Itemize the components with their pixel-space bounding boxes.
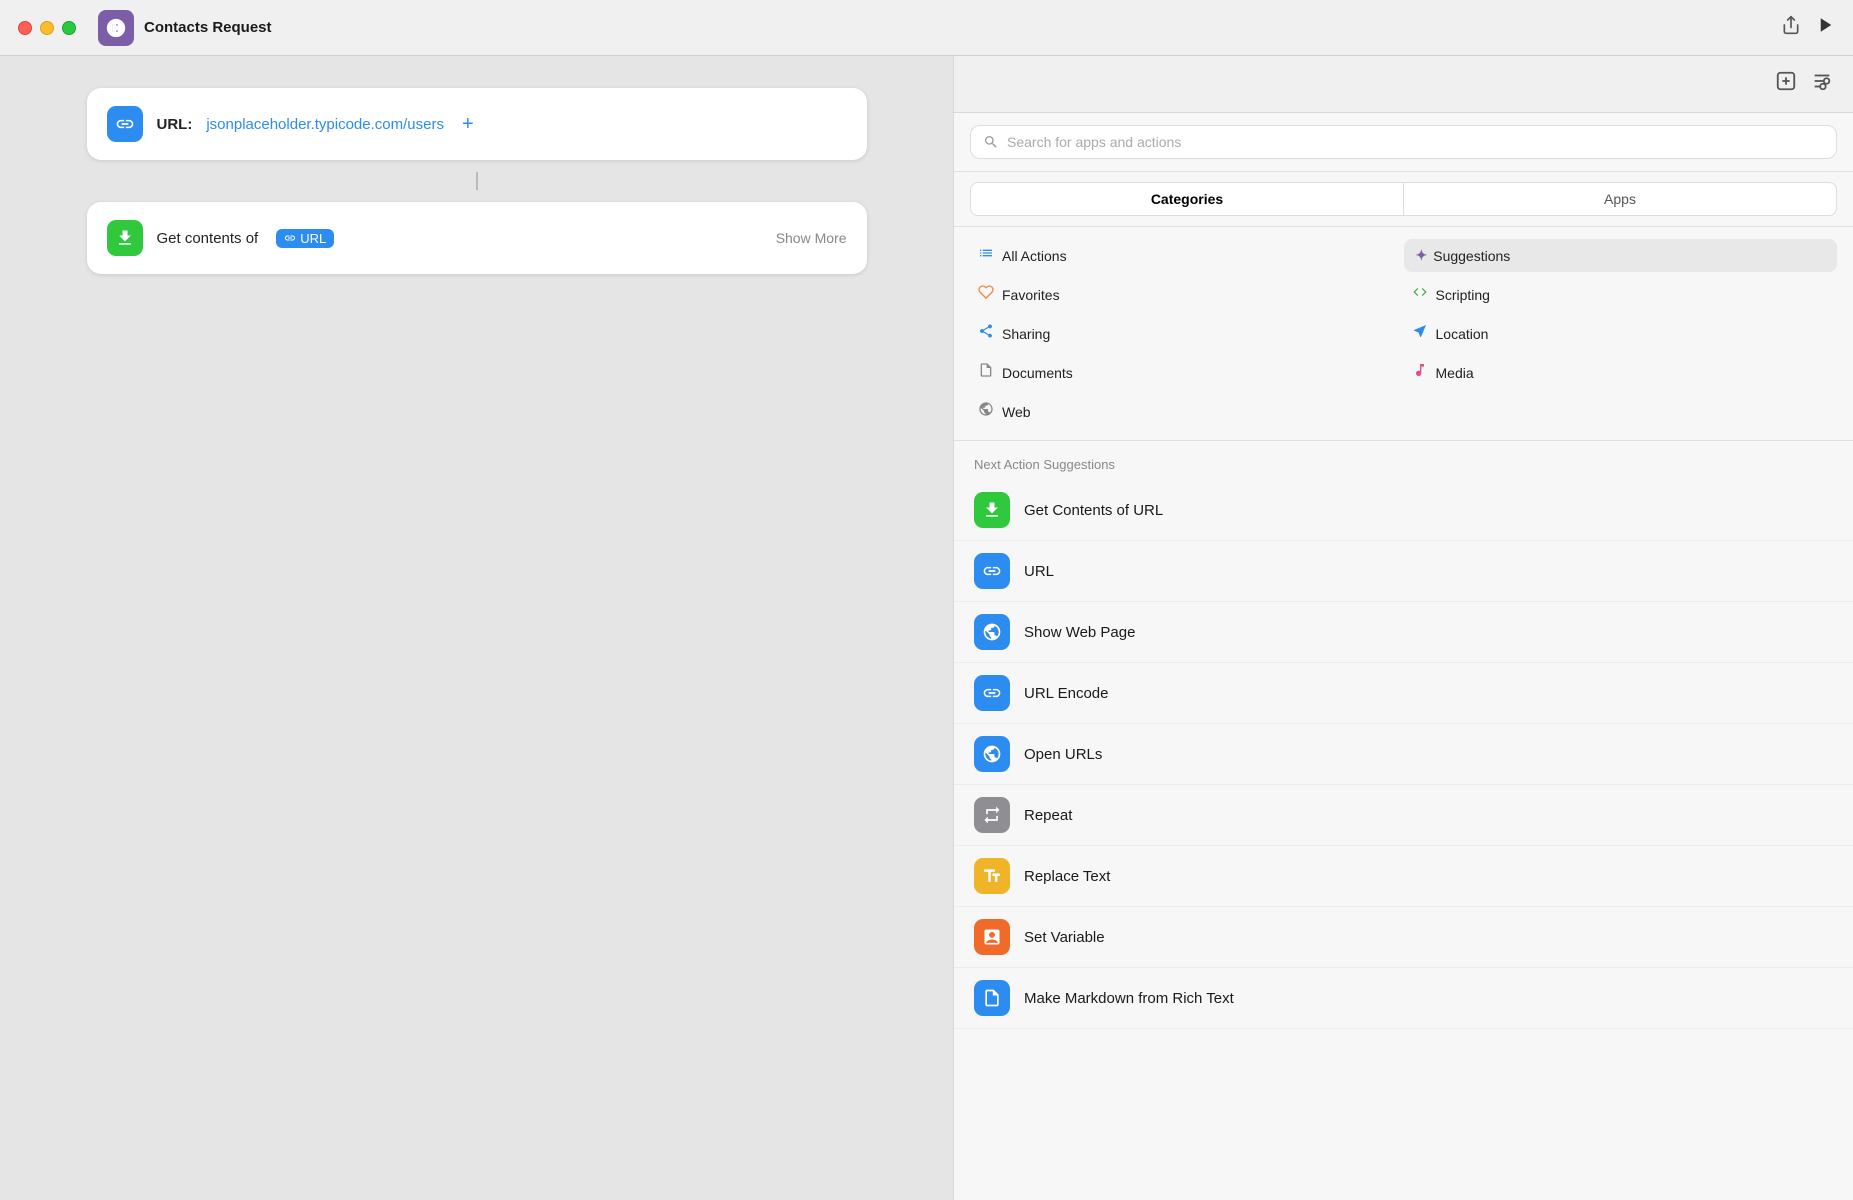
filter-scripting-label: Scripting (1436, 287, 1490, 303)
show-web-page-icon (974, 614, 1010, 650)
connector-line (476, 172, 478, 190)
suggestion-make-markdown[interactable]: Make Markdown from Rich Text (954, 968, 1853, 1029)
suggestion-repeat[interactable]: Repeat (954, 785, 1853, 846)
suggestion-label-make-markdown: Make Markdown from Rich Text (1024, 990, 1234, 1007)
sharing-icon (978, 323, 994, 344)
suggestion-label-url-encode: URL Encode (1024, 685, 1109, 702)
suggestion-label-repeat: Repeat (1024, 807, 1072, 824)
suggestion-url-encode[interactable]: URL Encode (954, 663, 1853, 724)
media-icon (1412, 362, 1428, 383)
suggestions-plus-icon: ✦ (1416, 247, 1428, 264)
suggestion-label-replace-text: Replace Text (1024, 868, 1110, 885)
set-variable-icon (974, 919, 1010, 955)
window-title: Contacts Request (144, 19, 272, 36)
sidebar: Categories Apps All Actions ✦ Suggestion… (953, 56, 1853, 1200)
filter-web[interactable]: Web (970, 395, 1404, 428)
filter-media[interactable]: Media (1404, 356, 1838, 389)
get-contents-icon (107, 220, 143, 256)
open-urls-icon (974, 736, 1010, 772)
get-contents-action-card: Get contents of URL Show More (87, 202, 867, 274)
filter-grid: All Actions ✦ Suggestions Favorites Scri… (954, 227, 1853, 441)
suggestion-set-variable[interactable]: Set Variable (954, 907, 1853, 968)
suggestions-section: Next Action Suggestions Get Contents of … (954, 441, 1853, 1200)
filter-media-label: Media (1436, 365, 1474, 381)
make-markdown-icon (974, 980, 1010, 1016)
filter-all-actions-label: All Actions (1002, 248, 1067, 264)
replace-text-icon (974, 858, 1010, 894)
search-input[interactable] (1007, 134, 1824, 150)
filter-documents-label: Documents (1002, 365, 1073, 381)
suggestion-label-url: URL (1024, 563, 1054, 580)
close-button[interactable] (18, 21, 32, 35)
suggestion-url[interactable]: URL (954, 541, 1853, 602)
search-input-wrapper (970, 125, 1837, 159)
suggestion-get-contents[interactable]: Get Contents of URL (954, 480, 1853, 541)
filter-location[interactable]: Location (1404, 317, 1838, 350)
documents-icon (978, 362, 994, 383)
play-icon[interactable] (1817, 16, 1835, 39)
suggestion-label-set-variable: Set Variable (1024, 929, 1105, 946)
location-icon (1412, 323, 1428, 344)
filter-all-actions[interactable]: All Actions (970, 239, 1404, 272)
sidebar-header (954, 56, 1853, 113)
title-bar-actions (1781, 15, 1835, 40)
filter-suggestions[interactable]: ✦ Suggestions (1404, 239, 1838, 272)
filter-icon[interactable] (1811, 70, 1833, 98)
get-contents-suggestion-icon (974, 492, 1010, 528)
url-action-card: URL: jsonplaceholder.typicode.com/users … (87, 88, 867, 160)
add-action-icon[interactable] (1775, 70, 1797, 98)
url-token[interactable]: URL (276, 229, 334, 248)
title-bar: Contacts Request (0, 0, 1853, 56)
web-icon (978, 401, 994, 422)
favorites-icon (978, 284, 994, 305)
filter-documents[interactable]: Documents (970, 356, 1404, 389)
url-suggestion-icon (974, 553, 1010, 589)
show-more-button[interactable]: Show More (776, 230, 847, 246)
filter-suggestions-label: Suggestions (1433, 248, 1510, 264)
main-content: URL: jsonplaceholder.typicode.com/users … (0, 56, 1853, 1200)
suggestion-replace-text[interactable]: Replace Text (954, 846, 1853, 907)
scripting-icon (1412, 284, 1428, 305)
filter-sharing[interactable]: Sharing (970, 317, 1404, 350)
search-icon (983, 134, 999, 150)
filter-favorites-label: Favorites (1002, 287, 1060, 303)
filter-web-label: Web (1002, 404, 1031, 420)
suggestions-title: Next Action Suggestions (954, 441, 1853, 480)
maximize-button[interactable] (62, 21, 76, 35)
search-bar (954, 113, 1853, 172)
all-actions-icon (978, 245, 994, 266)
share-icon[interactable] (1781, 15, 1801, 40)
url-icon (107, 106, 143, 142)
minimize-button[interactable] (40, 21, 54, 35)
traffic-lights (18, 21, 76, 35)
url-value[interactable]: jsonplaceholder.typicode.com/users (206, 116, 444, 133)
filter-location-label: Location (1436, 326, 1489, 342)
get-contents-text: Get contents of (157, 230, 259, 247)
filter-favorites[interactable]: Favorites (970, 278, 1404, 311)
filter-sharing-label: Sharing (1002, 326, 1050, 342)
tab-apps[interactable]: Apps (1404, 182, 1837, 216)
repeat-icon (974, 797, 1010, 833)
category-tabs: Categories Apps (954, 172, 1853, 227)
tab-categories[interactable]: Categories (970, 182, 1404, 216)
suggestion-label-open-urls: Open URLs (1024, 746, 1102, 763)
suggestion-show-web-page[interactable]: Show Web Page (954, 602, 1853, 663)
url-label: URL: (157, 116, 193, 133)
suggestion-label-get-contents: Get Contents of URL (1024, 502, 1163, 519)
suggestion-label-show-web-page: Show Web Page (1024, 624, 1135, 641)
workflow-canvas: URL: jsonplaceholder.typicode.com/users … (0, 56, 953, 1200)
url-add-button[interactable]: + (462, 113, 474, 136)
app-icon (98, 10, 134, 46)
url-encode-icon (974, 675, 1010, 711)
suggestion-open-urls[interactable]: Open URLs (954, 724, 1853, 785)
filter-scripting[interactable]: Scripting (1404, 278, 1838, 311)
